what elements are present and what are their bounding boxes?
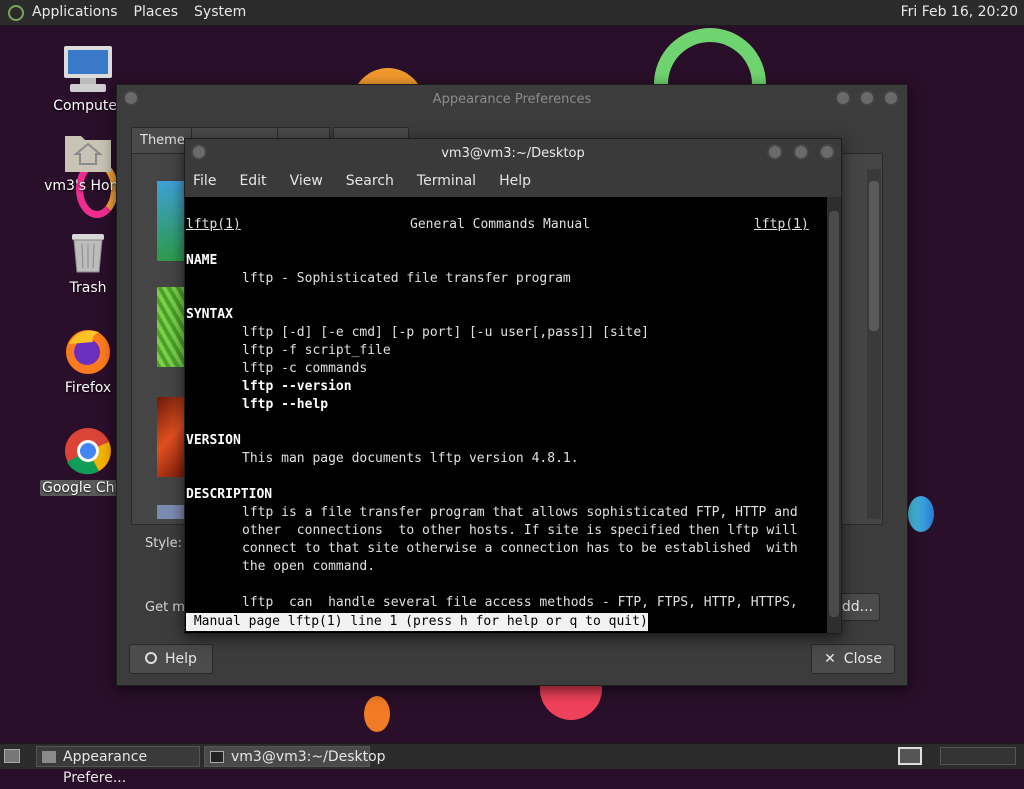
window-menu-icon[interactable] (123, 90, 139, 106)
workspace-switcher-icon[interactable] (940, 747, 1016, 765)
system-menu[interactable]: System (186, 0, 254, 25)
section-heading: SYNTAX (186, 307, 233, 322)
window-title: Appearance Preferences (432, 91, 592, 107)
window-menu-icon[interactable] (191, 144, 207, 160)
distro-logo-icon[interactable] (8, 4, 24, 21)
appearance-titlebar[interactable]: Appearance Preferences (117, 85, 907, 113)
bottom-panel: Appearance Prefere... vm3@vm3:~/Desktop (0, 743, 1024, 786)
description-line: lftp can handle several file access meth… (242, 595, 798, 610)
help-button[interactable]: Help (129, 644, 213, 674)
taskbar-terminal[interactable]: vm3@vm3:~/Desktop (204, 746, 386, 767)
scrollbar-thumb[interactable] (869, 181, 879, 331)
appearance-app-icon (42, 751, 56, 763)
description-line: the open command. (242, 559, 376, 574)
pager-status-line: Manual page lftp(1) line 1 (press h for … (186, 613, 648, 631)
synopsis-line: lftp --help (242, 397, 329, 412)
show-desktop-icon[interactable] (4, 749, 20, 763)
scrollbar-thumb[interactable] (829, 211, 839, 617)
synopsis-line: lftp [-d] [-e cmd] [-p port] [-u user[,p… (242, 325, 649, 340)
menu-edit[interactable]: Edit (239, 173, 277, 189)
minimize-icon[interactable] (835, 90, 851, 106)
workspace-switcher-icon[interactable] (898, 747, 922, 765)
wallpaper-thumbnail[interactable] (157, 181, 185, 261)
home-folder-icon (65, 136, 111, 172)
terminal-menubar: File Edit View Search Terminal Help (185, 167, 841, 195)
description-line: connect to that site otherwise a connect… (242, 541, 798, 556)
man-header-center: General Commands Manual (410, 217, 591, 232)
section-heading: DESCRIPTION (186, 487, 273, 502)
style-label: Style: (145, 536, 183, 551)
terminal-titlebar[interactable]: vm3@vm3:~/Desktop (185, 139, 841, 167)
close-icon[interactable] (883, 90, 899, 106)
close-button[interactable]: ✕ Close (811, 644, 895, 674)
places-menu[interactable]: Places (126, 0, 187, 25)
menu-view[interactable]: View (290, 173, 334, 189)
synopsis-line: lftp --version (242, 379, 352, 394)
menu-terminal[interactable]: Terminal (417, 173, 487, 189)
wallpaper-thumbnail[interactable] (157, 505, 185, 519)
name-text: lftp - Sophisticated file transfer progr… (242, 271, 571, 286)
wallpaper-shape (364, 696, 390, 732)
terminal-window: vm3@vm3:~/Desktop File Edit View Search … (184, 138, 842, 634)
wallpaper-thumbnail[interactable] (157, 287, 185, 367)
wallpaper-list-scrollbar[interactable] (867, 169, 881, 519)
trash-icon (72, 234, 104, 273)
task-label: vm3@vm3:~/Desktop (231, 749, 386, 765)
help-button-label: Help (165, 651, 197, 667)
firefox-icon (66, 330, 110, 374)
wallpaper-shape (908, 496, 934, 532)
man-header-left: lftp(1) (186, 217, 241, 232)
add-button-label: dd... (841, 599, 873, 615)
section-heading: VERSION (186, 433, 241, 448)
man-header-right: lftp(1) (754, 217, 809, 232)
maximize-icon[interactable] (793, 144, 809, 160)
taskbar-appearance[interactable]: Appearance Prefere... (36, 746, 200, 786)
top-panel: Applications Places System Fri Feb 16, 2… (0, 0, 1024, 26)
close-x-icon: ✕ (824, 651, 836, 667)
section-heading: NAME (186, 253, 218, 268)
chrome-icon (65, 428, 111, 475)
terminal-scrollbar[interactable] (827, 197, 841, 633)
man-header: lftp(1) General Commands Manual lftp(1) (186, 216, 809, 234)
clock[interactable]: Fri Feb 16, 20:20 (901, 0, 1018, 25)
synopsis-line: lftp -f script_file (242, 343, 391, 358)
menu-file[interactable]: File (193, 173, 227, 189)
computer-icon (64, 46, 112, 92)
wallpaper-thumbnail[interactable] (157, 397, 185, 477)
terminal-output[interactable]: lftp(1) General Commands Manual lftp(1) NA… (185, 197, 827, 633)
version-text: This man page documents lftp version 4.8… (242, 451, 579, 466)
window-title: vm3@vm3:~/Desktop (441, 145, 585, 161)
wallpaper-shape (540, 684, 602, 720)
maximize-icon[interactable] (859, 90, 875, 106)
applications-menu[interactable]: Applications (24, 0, 126, 25)
get-more-label: Get m (145, 600, 185, 615)
help-icon (145, 652, 158, 664)
menu-search[interactable]: Search (346, 173, 405, 189)
close-button-label: Close (843, 651, 882, 667)
terminal-app-icon (210, 751, 224, 763)
close-icon[interactable] (819, 144, 835, 160)
synopsis-line: lftp -c commands (242, 361, 368, 376)
menu-help[interactable]: Help (499, 173, 542, 189)
description-line: lftp is a file transfer program that all… (242, 505, 798, 520)
description-line: other connections to other hosts. If sit… (242, 523, 798, 538)
minimize-icon[interactable] (767, 144, 783, 160)
